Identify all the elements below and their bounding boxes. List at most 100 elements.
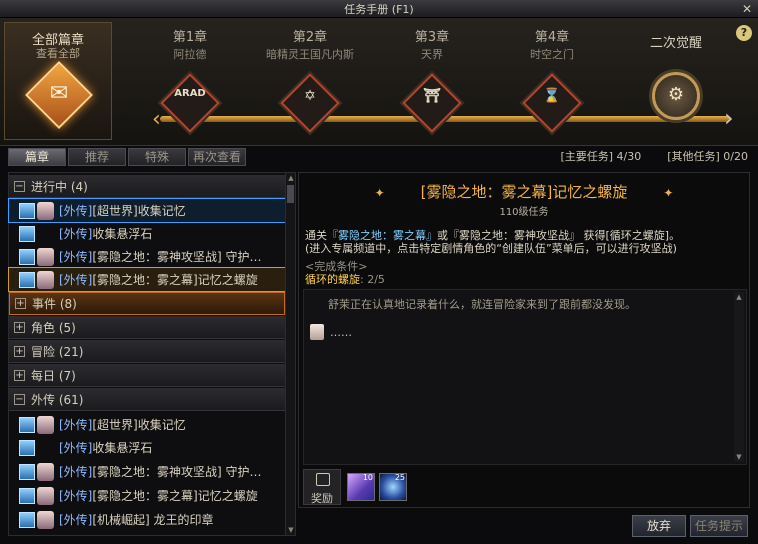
quest-name: [雾隐之地：雾之幕]记忆之螺旋	[92, 273, 258, 287]
list-item-selected[interactable]: [外传][雾隐之地：雾之幕]记忆之螺旋	[8, 267, 286, 292]
quest-cube-icon	[19, 511, 35, 528]
quest-name: [雾隐之地：雾神攻坚战] 守护…	[92, 250, 262, 264]
tab-bar: 篇章 推荐 特殊 再次查看	[8, 148, 246, 166]
quest-name: 收集悬浮石	[92, 227, 153, 241]
chapter-node-icon	[160, 73, 220, 133]
star-icon: ✦	[663, 186, 674, 200]
chain-start-arrow-icon: ‹	[152, 107, 161, 132]
expand-icon[interactable]: +	[14, 369, 25, 381]
main-quest-counter: [主要任务] 4/30	[560, 150, 642, 163]
category-adventure[interactable]: + 冒险 (21)	[9, 340, 285, 363]
arad-emblem-icon: ARAD	[174, 88, 206, 99]
progress-label: 循环的螺旋	[305, 273, 360, 286]
tab-special[interactable]: 特殊	[128, 148, 186, 166]
tab-recommended[interactable]: 推荐	[68, 148, 126, 166]
list-item[interactable]: [外传]收集悬浮石	[9, 436, 285, 459]
dialog-scrollbar[interactable]: ▲ ▼	[734, 292, 744, 462]
abandon-button[interactable]: 放弃	[632, 515, 686, 537]
quest-tag: [外传]	[59, 465, 93, 479]
chevron-right-icon[interactable]: ›	[724, 104, 734, 132]
quest-list-panel: − 进行中 (4) [外传][超世界]收集记忆 [外传]收集悬浮石 [外传][雾…	[8, 172, 296, 536]
quest-tag: [外传]	[59, 513, 93, 527]
dialog-line: 舒茉正在认真地记录着什么，就连冒险家来到了跟前都没发现。	[328, 298, 636, 311]
scroll-down-icon[interactable]: ▼	[734, 452, 744, 462]
quest-cube-icon	[19, 487, 35, 504]
reward-count: 10	[362, 473, 373, 482]
quest-cube-icon	[19, 439, 35, 456]
npc-portrait-icon	[37, 247, 54, 266]
category-events[interactable]: + 事件 (8)	[9, 292, 285, 315]
desc-prefix: 通关	[305, 229, 327, 242]
desc-mid: 或『雾隐之地：雾神攻坚战』 获得[循环之螺旋]。	[437, 229, 681, 242]
quest-hint-button[interactable]: 任务提示	[690, 515, 748, 537]
category-label: 进行中 (4)	[31, 179, 88, 194]
category-daily[interactable]: + 每日 (7)	[9, 364, 285, 387]
quest-name: 收集悬浮石	[92, 441, 153, 455]
all-chapters-button[interactable]: 全部篇章 查看全部 ✉	[4, 22, 112, 140]
chapter-name: 时空之门	[530, 48, 574, 61]
window-title: 任务手册 (F1)	[344, 2, 414, 16]
list-item[interactable]: [外传][超世界]收集记忆	[8, 198, 286, 223]
tab-review[interactable]: 再次查看	[188, 148, 246, 166]
quest-tag: [外传]	[59, 204, 93, 218]
quest-cube-icon	[19, 248, 35, 265]
collapse-icon[interactable]: −	[14, 180, 25, 192]
star-icon: ✦	[374, 186, 385, 200]
expand-icon[interactable]: +	[15, 298, 26, 309]
quest-cube-icon	[19, 202, 35, 219]
category-label: 每日 (7)	[31, 368, 76, 383]
scroll-up-icon[interactable]: ▲	[286, 173, 296, 183]
expand-icon[interactable]: +	[14, 345, 25, 357]
desc-line2: (进入专属频道中，点击特定剧情角色的“创建队伍”菜单后，可以进行攻坚战)	[305, 242, 677, 255]
close-icon[interactable]: ✕	[740, 2, 754, 16]
category-characters[interactable]: + 角色 (5)	[9, 316, 285, 339]
collapse-icon[interactable]: −	[14, 393, 25, 405]
awakening-label: 二次觉醒	[649, 36, 702, 51]
quest-tag: [外传]	[59, 250, 93, 264]
quest-description: 通关『雾隐之地：雾之幕』或『雾隐之地：雾神攻坚战』 获得[循环之螺旋]。 (进入…	[305, 229, 741, 255]
category-label: 冒险 (21)	[31, 344, 84, 359]
scroll-up-icon[interactable]: ▲	[734, 292, 744, 302]
quest-tag: [外传]	[59, 418, 93, 432]
quest-cube-icon	[19, 463, 35, 480]
chapter-2[interactable]: 第2章 暗精灵王国凡内斯 ✡	[250, 26, 370, 133]
second-awakening[interactable]: 二次觉醒 ⚙	[630, 26, 722, 120]
list-item[interactable]: [外传][超世界]收集记忆	[9, 413, 285, 436]
quest-title-row: ✦ [雾隐之地：雾之幕]记忆之螺旋 ✦	[299, 181, 749, 202]
quest-name: [超世界]收集记忆	[92, 418, 186, 432]
npc-portrait-icon	[310, 324, 324, 340]
quest-level: 110级任务	[499, 207, 549, 218]
hexagram-emblem-icon: ✡	[304, 88, 316, 104]
list-item[interactable]: [外传]收集悬浮石	[9, 222, 285, 245]
chapter-1[interactable]: 第1章 阿拉德 ARAD	[130, 26, 250, 133]
chapter-name: 暗精灵王国凡内斯	[266, 48, 354, 61]
list-item[interactable]: [外传][机械崛起] 龙王的印章	[9, 508, 285, 531]
scroll-down-icon[interactable]: ▼	[286, 525, 296, 535]
expand-icon[interactable]: +	[14, 321, 25, 333]
quest-tag: [外传]	[59, 489, 93, 503]
scrollbar-thumb[interactable]	[287, 185, 294, 203]
quest-list-scrollbar[interactable]: ▲ ▼	[285, 173, 295, 535]
npc-portrait-icon	[37, 510, 54, 529]
tab-chapters[interactable]: 篇章	[8, 148, 66, 166]
chapter-4[interactable]: 第4章 时空之门 ⌛	[492, 26, 612, 133]
list-item[interactable]: [外传][雾隐之地：雾神攻坚战] 守护…	[9, 460, 285, 483]
help-icon[interactable]: ?	[736, 25, 752, 41]
category-in-progress[interactable]: − 进行中 (4)	[9, 175, 285, 198]
category-side-story[interactable]: − 外传 (61)	[9, 388, 285, 411]
chapter-3[interactable]: 第3章 天界 ⛩	[372, 26, 492, 133]
dungeon-link[interactable]: 『雾隐之地：雾之幕』	[327, 229, 437, 242]
list-item[interactable]: [外传][雾隐之地：雾之幕]记忆之螺旋	[9, 484, 285, 507]
purple-crystal-icon[interactable]: 10	[347, 473, 375, 501]
quest-tag: [外传]	[59, 273, 93, 287]
list-item[interactable]: [外传][雾隐之地：雾神攻坚战] 守护…	[9, 245, 285, 268]
quest-name: [雾隐之地：雾之幕]记忆之螺旋	[92, 489, 258, 503]
reward-label-text: 奖励	[311, 492, 333, 505]
blue-orb-icon[interactable]: 25	[379, 473, 407, 501]
window-titlebar: 任务手册 (F1) ✕	[0, 0, 758, 18]
quest-cube-icon	[19, 225, 35, 242]
quest-title: [雾隐之地：雾之幕]记忆之螺旋	[420, 183, 628, 201]
quest-name: [机械崛起] 龙王的印章	[92, 513, 214, 527]
quest-tag: [外传]	[59, 227, 93, 241]
chapter-number: 第3章	[414, 30, 450, 45]
